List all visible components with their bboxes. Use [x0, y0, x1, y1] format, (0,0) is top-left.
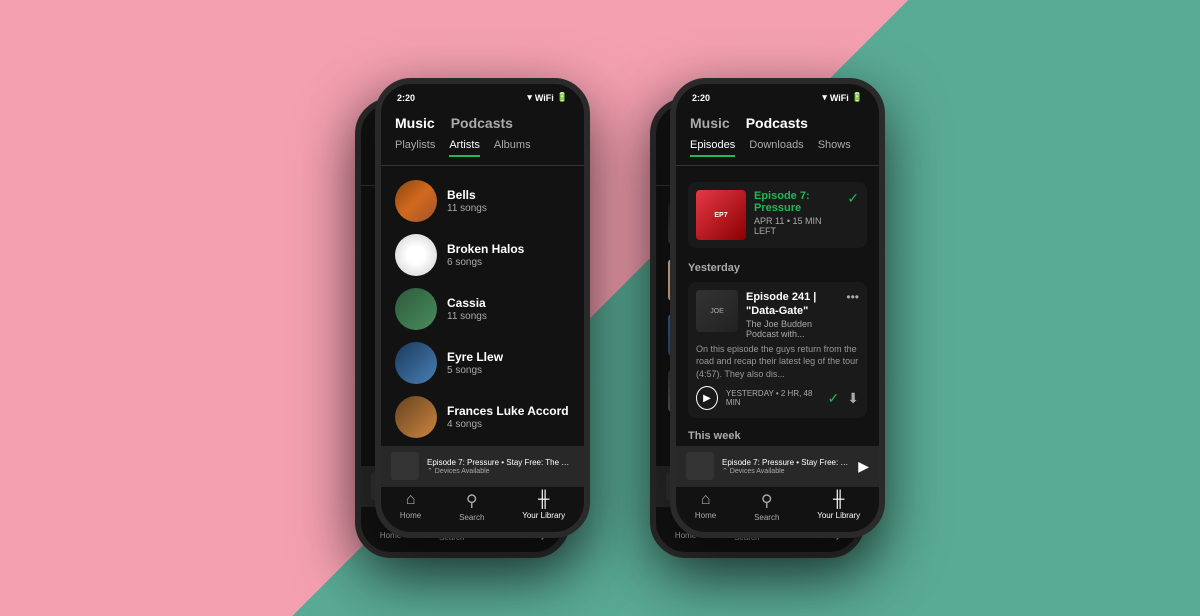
episode-time: YESTERDAY • 2 HR, 48 MIN — [726, 389, 820, 407]
episode-title: Episode 7: Pressure — [754, 190, 839, 214]
mini-player-thumb — [391, 452, 419, 480]
artist-avatar — [395, 288, 437, 330]
artist-avatar — [395, 342, 437, 384]
search-icon: ⚲ — [466, 491, 478, 511]
episode-desc: On this episode the guys return from the… — [696, 343, 859, 381]
artist-name: Bells — [447, 188, 570, 202]
sub-downloads[interactable]: Downloads — [749, 139, 803, 157]
episode-title: Episode 241 | "Data-Gate" — [746, 290, 838, 319]
artist-songs: 6 songs — [447, 257, 570, 268]
artist-avatar — [395, 396, 437, 438]
more-icon[interactable]: ••• — [846, 290, 859, 304]
artist-songs: 4 songs — [447, 419, 570, 430]
status-time: 2:20 — [692, 93, 710, 103]
nav-tabs-episodes: Music Podcasts — [676, 107, 879, 135]
library-icon: ╫ — [538, 491, 549, 509]
episode-thumb-sm: JOE — [696, 290, 738, 332]
phone-episodes: 2:20 ▾ WiFi 🔋 Music Podcasts Episodes Do… — [670, 78, 885, 538]
status-time: 2:20 — [397, 93, 415, 103]
list-item[interactable]: Cassia 11 songs — [381, 282, 584, 336]
right-phone-pair: 2:20 ▾ WiFi 🔋 Music Podcasts Episodes Do… — [610, 78, 885, 538]
section-header: This week — [676, 424, 879, 444]
nav-podcasts[interactable]: Podcasts — [451, 115, 513, 131]
episode-item[interactable]: JOE Episode 241 | "Data-Gate" The Joe Bu… — [688, 282, 867, 418]
home-icon: ⌂ — [406, 491, 416, 509]
bottom-nav: ⌂ Home ⚲ Search ╫ Your Library — [676, 486, 879, 532]
nav-podcasts[interactable]: Podcasts — [746, 115, 808, 131]
status-icons: ▾ WiFi 🔋 — [822, 92, 863, 103]
library-nav-item[interactable]: ╫ Your Library — [817, 491, 860, 522]
episodes-content: EP7 Episode 7: Pressure APR 11 • 15 MIN … — [676, 166, 879, 446]
sub-artists[interactable]: Artists — [449, 139, 480, 157]
artist-name: Eyre Llew — [447, 350, 570, 364]
library-icon: ╫ — [833, 491, 844, 509]
nav-music[interactable]: Music — [690, 115, 730, 131]
artists-content: Bells 11 songs Broken Halos 6 songs — [381, 166, 584, 446]
download-icon[interactable]: ⬇ — [847, 390, 859, 407]
main-container: 2:19 ▾ WiFi 🔋 Music Podcasts Playlists A… — [0, 0, 1200, 616]
artist-name: Broken Halos — [447, 242, 570, 256]
search-nav-item[interactable]: ⚲ Search — [754, 491, 779, 522]
mini-player[interactable]: Episode 7: Pressure • Stay Free: The Sto… — [676, 446, 879, 486]
mini-player-sub: ⌃ Devices Available — [427, 467, 574, 475]
artist-name: Cassia — [447, 296, 570, 310]
home-nav-item[interactable]: ⌂ Home — [400, 491, 421, 522]
left-phone-pair: 2:19 ▾ WiFi 🔋 Music Podcasts Playlists A… — [315, 78, 590, 538]
section-header: Yesterday — [676, 256, 879, 276]
sub-tabs-episodes: Episodes Downloads Shows — [676, 135, 879, 166]
artist-avatar — [395, 234, 437, 276]
bottom-nav: ⌂ Home ⚲ Search ╫ Your Library — [381, 486, 584, 532]
episode-meta: APR 11 • 15 MIN LEFT — [754, 216, 839, 236]
sub-tabs-artists: Playlists Artists Albums — [381, 135, 584, 166]
episode-source: The Joe Budden Podcast with... — [746, 319, 838, 339]
play-button[interactable]: ▶ — [858, 458, 869, 475]
mini-player[interactable]: Episode 7: Pressure • Stay Free: The Sto… — [381, 446, 584, 486]
play-button[interactable]: ▶ — [696, 386, 718, 410]
status-icons: ▾ WiFi 🔋 — [527, 92, 568, 103]
artist-songs: 5 songs — [447, 365, 570, 376]
nav-tabs-artists: Music Podcasts — [381, 107, 584, 135]
mini-player-title: Episode 7: Pressure • Stay Free: The Sto… — [427, 458, 574, 467]
sub-episodes[interactable]: Episodes — [690, 139, 735, 157]
home-icon: ⌂ — [701, 491, 711, 509]
episode-thumb: EP7 — [696, 190, 746, 240]
check-icon: ✓ — [828, 390, 840, 407]
sub-albums[interactable]: Albums — [494, 139, 531, 157]
artist-songs: 11 songs — [447, 311, 570, 322]
list-item[interactable]: Bells 11 songs — [381, 174, 584, 228]
home-nav-item[interactable]: ⌂ Home — [695, 491, 716, 522]
list-item[interactable]: Broken Halos 6 songs — [381, 228, 584, 282]
artist-name: Frances Luke Accord — [447, 404, 570, 418]
nav-music[interactable]: Music — [395, 115, 435, 131]
library-nav-item[interactable]: ╫ Your Library — [522, 491, 565, 522]
mini-player-thumb — [686, 452, 714, 480]
sub-playlists[interactable]: Playlists — [395, 139, 435, 157]
list-item[interactable]: Eyre Llew 5 songs — [381, 336, 584, 390]
search-nav-item[interactable]: ⚲ Search — [459, 491, 484, 522]
mini-player-title: Episode 7: Pressure • Stay Free: The Sto… — [722, 458, 850, 467]
search-icon: ⚲ — [761, 491, 773, 511]
phone-artists: 2:20 ▾ WiFi 🔋 Music Podcasts Playlists A… — [375, 78, 590, 538]
check-icon: ✓ — [847, 190, 859, 207]
sub-shows[interactable]: Shows — [818, 139, 851, 157]
artist-songs: 11 songs — [447, 203, 570, 214]
list-item[interactable]: Frances Luke Accord 4 songs — [381, 390, 584, 444]
artist-avatar — [395, 180, 437, 222]
mini-player-sub: ⌃ Devices Available — [722, 467, 850, 475]
featured-episode[interactable]: EP7 Episode 7: Pressure APR 11 • 15 MIN … — [688, 182, 867, 248]
episode-controls: ▶ YESTERDAY • 2 HR, 48 MIN ✓ ⬇ — [696, 386, 859, 410]
